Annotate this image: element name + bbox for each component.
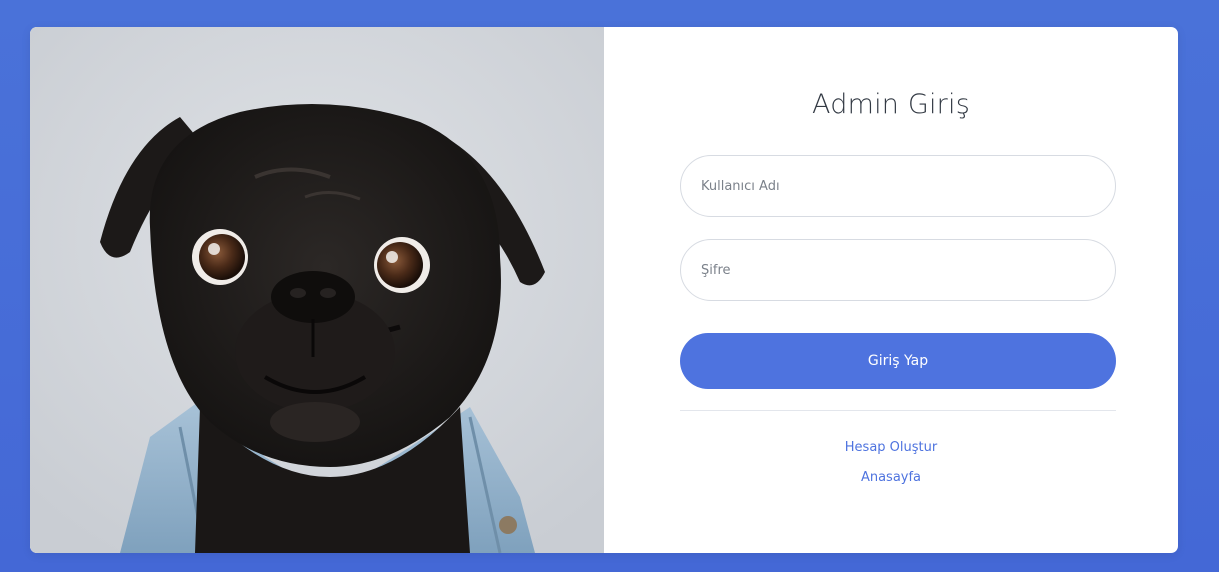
username-input[interactable] xyxy=(680,155,1116,217)
divider xyxy=(680,410,1116,411)
pug-photo xyxy=(30,27,604,553)
home-link[interactable]: Anasayfa xyxy=(604,470,1178,485)
password-input[interactable] xyxy=(680,239,1116,301)
login-button[interactable]: Giriş Yap xyxy=(680,333,1116,389)
login-form-pane: Admin Giriş Giriş Yap Hesap Oluştur Anas… xyxy=(604,27,1178,553)
page-title: Admin Giriş xyxy=(812,89,970,120)
pug-illustration xyxy=(30,27,604,553)
create-account-link[interactable]: Hesap Oluştur xyxy=(604,440,1178,455)
login-card: Admin Giriş Giriş Yap Hesap Oluştur Anas… xyxy=(30,27,1178,553)
